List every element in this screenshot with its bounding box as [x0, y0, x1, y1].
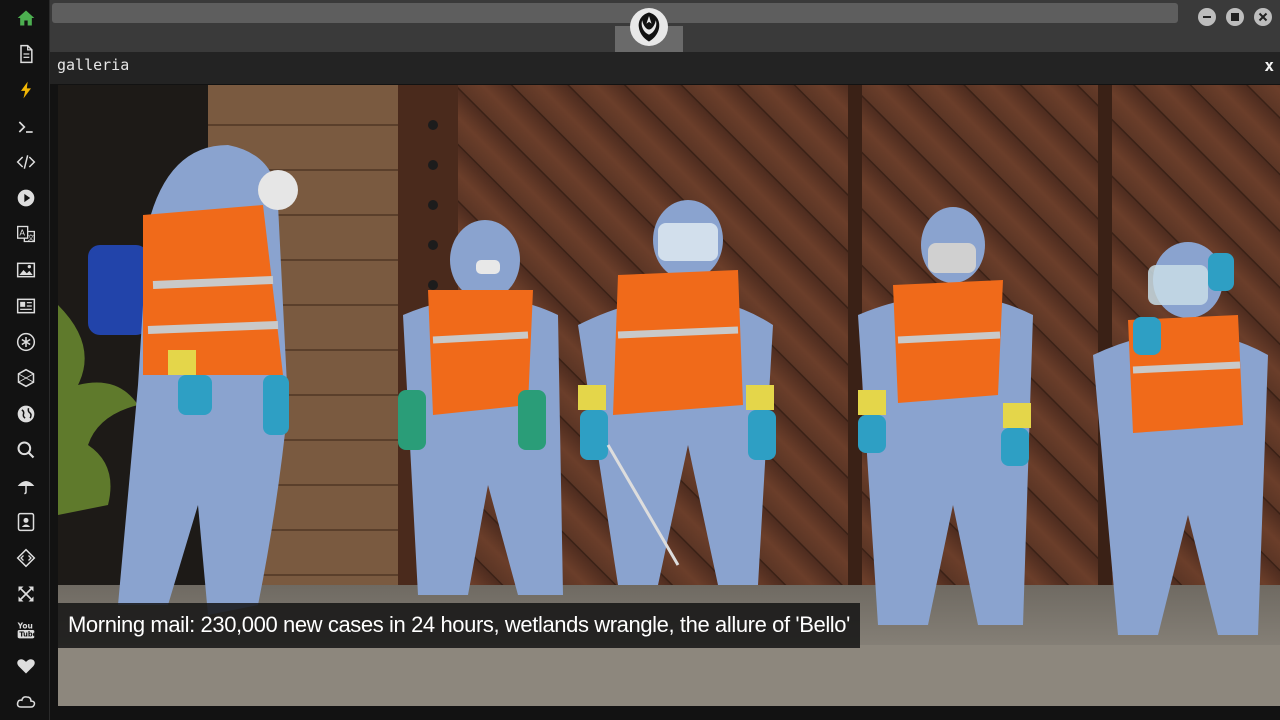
- close-icon[interactable]: [1254, 8, 1272, 26]
- youtube-icon[interactable]: You Tube: [13, 617, 39, 643]
- expand-icon[interactable]: [13, 581, 39, 607]
- hexagon-icon[interactable]: [13, 365, 39, 391]
- home-icon[interactable]: [13, 5, 39, 31]
- maximize-icon[interactable]: [1226, 8, 1244, 26]
- gallery-viewer[interactable]: Morning mail: 230,000 new cases in 24 ho…: [58, 85, 1280, 706]
- contact-icon[interactable]: [13, 509, 39, 535]
- cloud-icon[interactable]: [13, 689, 39, 715]
- title-bar: [50, 0, 1280, 52]
- play-icon[interactable]: [13, 185, 39, 211]
- code-icon[interactable]: [13, 149, 39, 175]
- diamond-code-icon[interactable]: [13, 545, 39, 571]
- panel-header: galleria x: [50, 52, 1280, 84]
- svg-text:Tube: Tube: [19, 631, 36, 639]
- svg-text:A: A: [19, 228, 25, 238]
- lightning-icon[interactable]: [13, 77, 39, 103]
- heart-icon[interactable]: [13, 653, 39, 679]
- address-bar[interactable]: [52, 3, 1178, 23]
- panel-title: galleria: [57, 56, 130, 74]
- image-icon[interactable]: [13, 257, 39, 283]
- svg-text:文: 文: [28, 233, 35, 242]
- asterisk-icon[interactable]: [13, 329, 39, 355]
- globe-icon[interactable]: [13, 401, 39, 427]
- umbrella-icon[interactable]: [13, 473, 39, 499]
- svg-text:You: You: [17, 621, 33, 630]
- minimize-icon[interactable]: [1198, 8, 1216, 26]
- gallery-caption: Morning mail: 230,000 new cases in 24 ho…: [58, 603, 860, 648]
- sidebar: A文 You Tube: [0, 0, 50, 720]
- panel-close-button[interactable]: x: [1264, 56, 1274, 75]
- news-icon[interactable]: [13, 293, 39, 319]
- search-icon[interactable]: [13, 437, 39, 463]
- rebel-alliance-icon[interactable]: [630, 8, 668, 46]
- translate-icon[interactable]: A文: [13, 221, 39, 247]
- document-icon[interactable]: [13, 41, 39, 67]
- terminal-icon[interactable]: [13, 114, 39, 140]
